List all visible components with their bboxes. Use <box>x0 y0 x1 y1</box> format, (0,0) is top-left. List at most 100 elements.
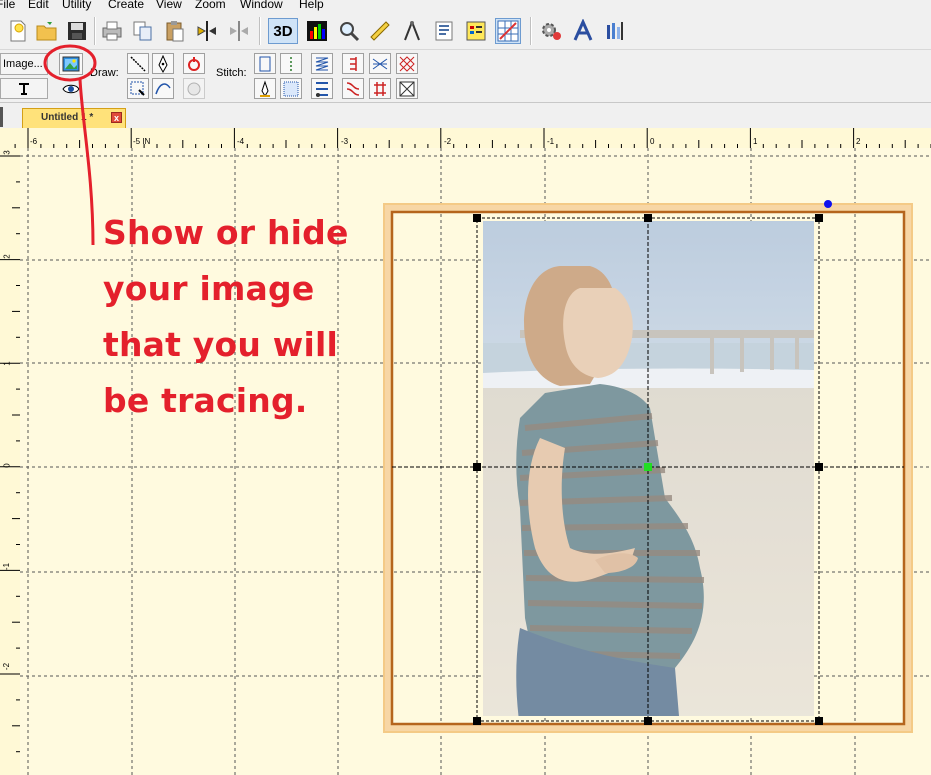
ruler-label: -1 <box>547 137 555 146</box>
stitch-cutwork-button[interactable] <box>396 78 418 99</box>
design-info-icon[interactable] <box>431 18 457 44</box>
3d-view-icon[interactable]: 3D <box>268 18 298 44</box>
ruler-label: -3 <box>341 137 349 146</box>
tab-scroll-indicator <box>0 107 3 127</box>
ruler-measure-icon[interactable] <box>367 18 393 44</box>
settings-gear-icon[interactable] <box>538 18 564 44</box>
rectangle-outline-icon <box>259 56 271 71</box>
stitch-motif-button[interactable] <box>311 78 333 99</box>
toolbar-separator <box>94 17 96 45</box>
cutwork-stitch-icon <box>399 81 415 96</box>
color-list-icon[interactable] <box>463 18 489 44</box>
text-t-icon <box>19 82 29 95</box>
menu-edit[interactable]: Edit <box>28 0 49 11</box>
color-chart-icon[interactable] <box>304 18 330 44</box>
document-tab-bar: Untitled 1 * x <box>0 102 931 129</box>
compass-icon[interactable] <box>399 18 425 44</box>
pattern-stitch-icon <box>374 81 386 96</box>
applique-stitch-icon <box>346 81 360 96</box>
zoom-magnifier-icon[interactable] <box>336 18 362 44</box>
rotate-handle[interactable] <box>824 200 832 208</box>
menu-create[interactable]: Create <box>108 0 144 11</box>
copy-icon[interactable] <box>130 18 156 44</box>
ruler-label: -5 IN <box>133 137 151 146</box>
center-handle[interactable] <box>644 463 652 471</box>
ruler-label: 1 <box>2 361 12 366</box>
grid-icon[interactable] <box>495 18 521 44</box>
paste-icon[interactable] <box>162 18 188 44</box>
menu-file[interactable]: File <box>0 0 15 11</box>
ruler-label: -4 <box>237 137 245 146</box>
toolbar-separator <box>259 17 261 45</box>
tab-untitled-1[interactable]: Untitled 1 * x <box>22 108 126 128</box>
ruler-label: -2 <box>444 137 452 146</box>
motif-stitch-icon <box>316 81 328 97</box>
image-button[interactable]: Image... <box>0 53 48 75</box>
draw-freehand-button[interactable] <box>183 53 205 74</box>
mirror-vertical-icon[interactable] <box>226 18 252 44</box>
ruler-label: 2 <box>856 137 861 146</box>
cross-stitch-icon <box>399 55 415 72</box>
print-icon[interactable] <box>99 18 125 44</box>
ruler-label: 3 <box>2 150 12 155</box>
image-picture-icon <box>62 56 80 72</box>
annotation-line: that you will <box>103 325 338 364</box>
vertical-ruler: 3 2 1 0 -1 -2 <box>0 148 21 775</box>
color-pencils-icon[interactable] <box>602 18 628 44</box>
view-eye-button[interactable] <box>59 78 83 99</box>
draw-line-button[interactable] <box>127 53 149 74</box>
ruler-label: 0 <box>2 463 12 468</box>
edit-toolbar: Image... Draw: Stitch: <box>0 50 931 102</box>
text-tool-button[interactable] <box>0 78 48 99</box>
draw-select-button[interactable] <box>127 78 149 99</box>
running-stitch-icon <box>290 56 292 71</box>
stitch-candlewick-button[interactable] <box>254 78 276 99</box>
show-hide-image-button[interactable] <box>59 53 83 75</box>
open-folder-icon[interactable] <box>34 18 60 44</box>
image-button-label: Image... <box>3 58 43 70</box>
ruler-label: 1 <box>753 137 758 146</box>
draw-curve-button[interactable] <box>152 78 174 99</box>
save-icon[interactable] <box>64 18 90 44</box>
tutorial-annotation-text: Show or hide your image that you will be… <box>103 205 363 429</box>
menu-help[interactable]: Help <box>299 0 324 11</box>
horizontal-ruler: -6 -5 IN -4 -3 -2 -1 0 1 2 <box>0 128 931 149</box>
annotation-line: your image <box>103 269 315 308</box>
close-tab-icon[interactable]: x <box>111 112 122 123</box>
ruler-label: -2 <box>2 662 12 671</box>
stitch-fill-button[interactable] <box>280 78 302 99</box>
stitch-satin-button[interactable] <box>311 53 333 74</box>
font-icon[interactable] <box>570 18 596 44</box>
crossover-stitch-icon <box>372 58 388 69</box>
menu-zoom[interactable]: Zoom <box>195 0 226 11</box>
stitch-e-button[interactable] <box>342 53 364 74</box>
pen-stitch-icon <box>260 79 270 97</box>
e-stitch-icon <box>350 56 357 71</box>
pen-nib-icon <box>158 54 168 73</box>
draw-fill-button[interactable] <box>183 78 205 99</box>
eye-icon <box>62 84 80 93</box>
stitch-crossover-button[interactable] <box>369 53 391 74</box>
new-file-icon[interactable] <box>5 18 31 44</box>
curve-tool-icon <box>155 82 171 94</box>
mirror-horizontal-icon[interactable] <box>194 18 220 44</box>
fill-dots-icon <box>283 81 299 96</box>
menu-window[interactable]: Window <box>240 0 283 11</box>
stitch-cross-button[interactable] <box>396 53 418 74</box>
ruler-label: 2 <box>2 254 12 259</box>
stitch-pattern-button[interactable] <box>369 78 391 99</box>
select-box-icon <box>130 81 145 96</box>
draw-label: Draw: <box>90 67 119 79</box>
stitch-rectangle-button[interactable] <box>254 53 276 74</box>
menu-bar: File Edit Utility Create View Zoom Windo… <box>0 0 931 12</box>
stitch-applique-button[interactable] <box>342 78 364 99</box>
menu-utility[interactable]: Utility <box>62 0 91 11</box>
menu-view[interactable]: View <box>156 0 182 11</box>
draw-pen-button[interactable] <box>152 53 174 74</box>
stitch-running-button[interactable] <box>280 53 302 74</box>
fill-shape-icon <box>187 82 201 95</box>
stitch-label: Stitch: <box>216 67 247 79</box>
satin-zigzag-icon <box>315 57 329 70</box>
main-toolbar: 3D <box>0 13 931 50</box>
annotation-line: be tracing. <box>103 381 308 420</box>
